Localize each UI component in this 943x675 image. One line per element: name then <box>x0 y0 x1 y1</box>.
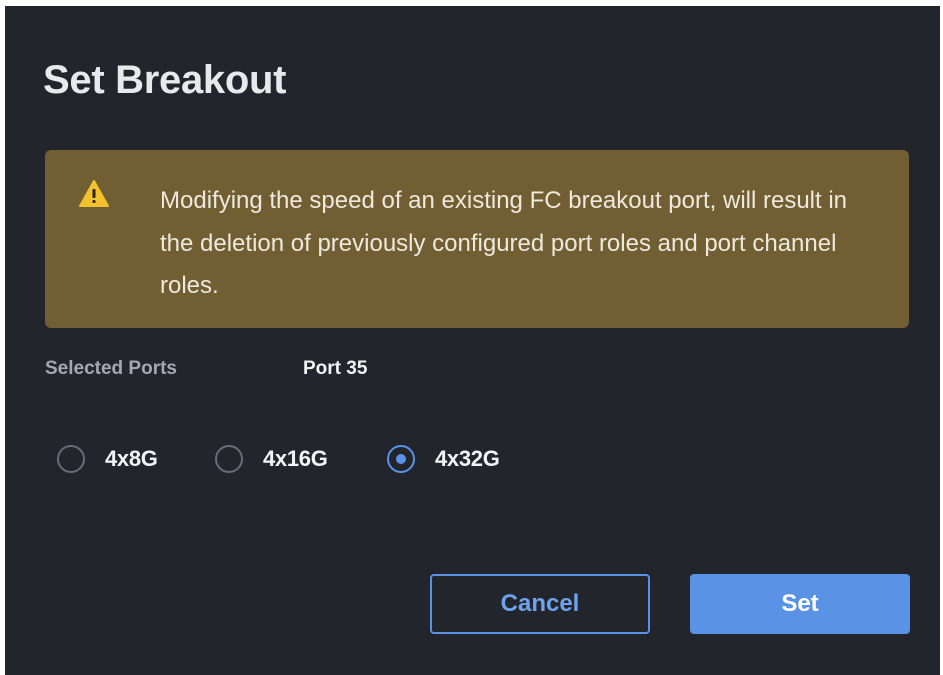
cancel-button[interactable]: Cancel <box>430 574 650 634</box>
set-button[interactable]: Set <box>690 574 910 634</box>
selected-ports-value: Port 35 <box>303 358 368 379</box>
radio-label: 4x16G <box>263 446 328 471</box>
radio-button-selected[interactable] <box>387 445 415 473</box>
radio-button[interactable] <box>215 445 243 473</box>
radio-label: 4x32G <box>435 446 500 471</box>
warning-banner: Modifying the speed of an existing FC br… <box>45 150 909 328</box>
warning-message: Modifying the speed of an existing FC br… <box>160 187 848 299</box>
radio-label: 4x8G <box>105 446 158 471</box>
radio-selected-dot <box>396 454 406 464</box>
warning-triangle-icon <box>79 180 109 208</box>
radio-button[interactable] <box>57 445 85 473</box>
selected-ports-label: Selected Ports <box>45 358 177 379</box>
set-breakout-dialog: Set Breakout Modifying the speed of an e… <box>5 6 940 675</box>
dialog-title: Set Breakout <box>43 58 287 102</box>
